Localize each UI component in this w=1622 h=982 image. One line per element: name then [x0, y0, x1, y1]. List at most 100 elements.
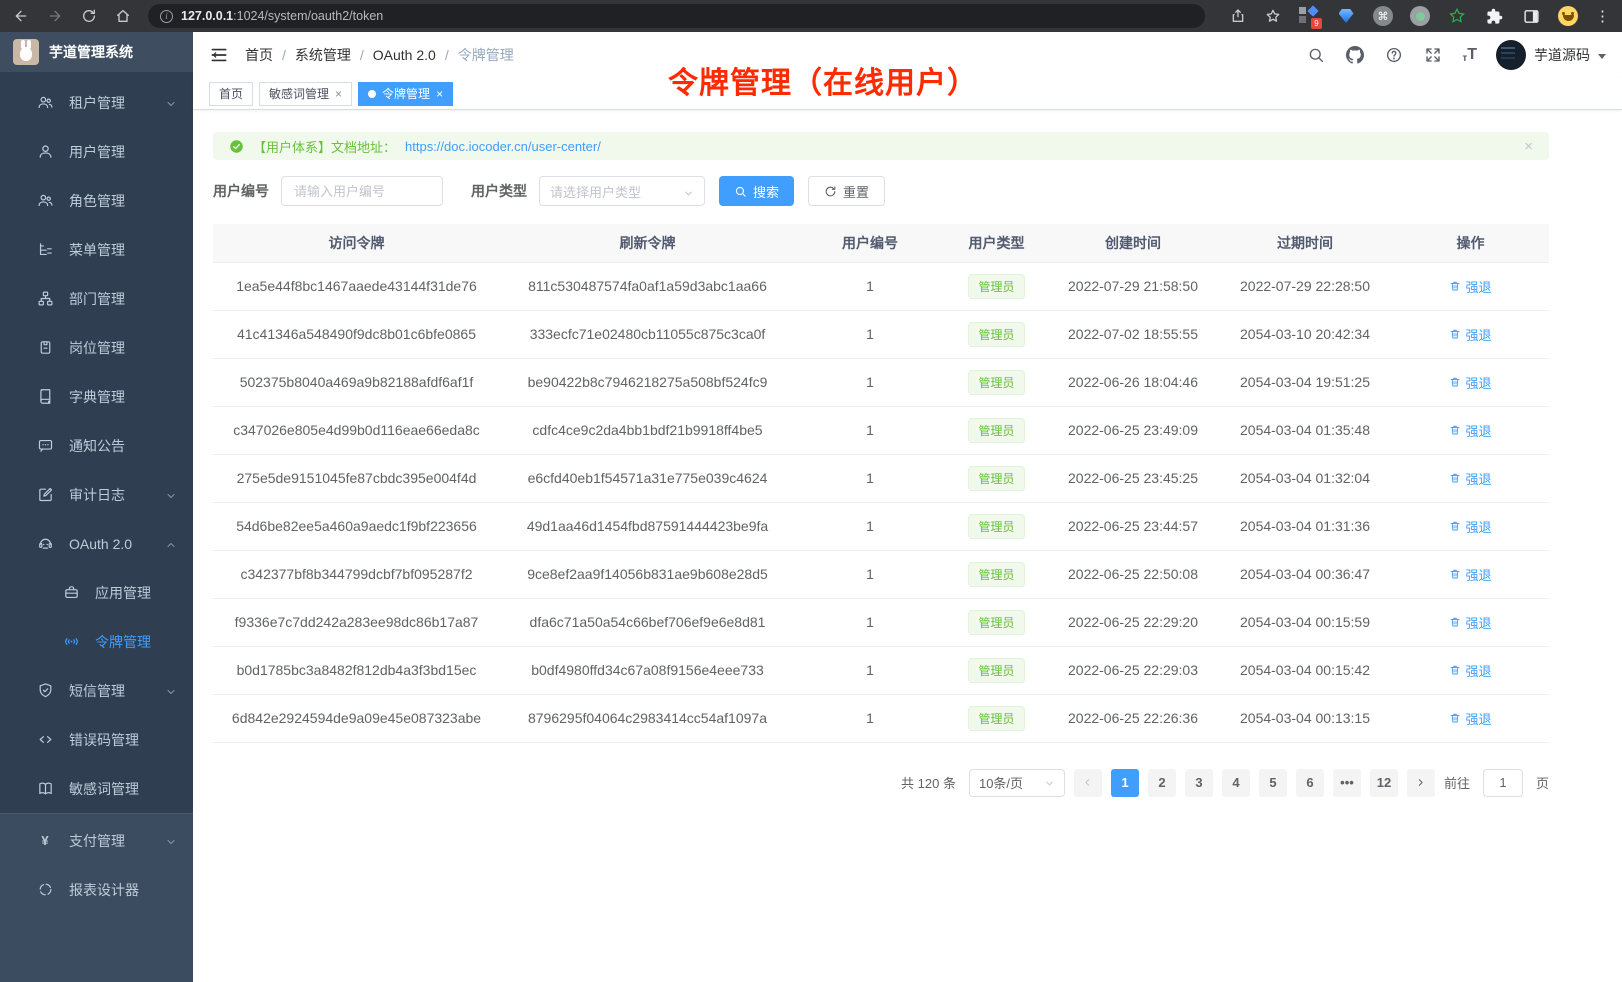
- sidebar-item-menu[interactable]: 菜单管理: [0, 225, 193, 274]
- trash-icon: [1449, 280, 1461, 292]
- force-logout-button[interactable]: 强退: [1449, 277, 1491, 296]
- chevron-down-icon: [1044, 777, 1055, 788]
- extensions-puzzle-icon[interactable]: [1484, 6, 1504, 26]
- fullscreen-icon[interactable]: [1423, 45, 1443, 65]
- sidebar-item-dept[interactable]: 部门管理: [0, 274, 193, 323]
- sidebar-item-oauth2[interactable]: OAuth 2.0: [0, 519, 193, 568]
- robot-icon: [36, 535, 54, 553]
- close-icon[interactable]: ×: [436, 87, 443, 101]
- app-logo-bar[interactable]: 芋道管理系统: [0, 32, 193, 72]
- address-bar[interactable]: i 127.0.0.1:1024/system/oauth2/token: [148, 4, 1205, 28]
- doc-link[interactable]: https://doc.iocoder.cn/user-center/: [405, 139, 601, 154]
- browser-home-icon[interactable]: [114, 7, 132, 25]
- browser-back-icon[interactable]: [12, 7, 30, 25]
- extension-star-icon[interactable]: [1447, 6, 1467, 26]
- sidebar-item-pay[interactable]: ¥ 支付管理: [0, 816, 193, 865]
- force-logout-button[interactable]: 强退: [1449, 421, 1491, 440]
- sidebar-toggle-icon[interactable]: [209, 45, 229, 65]
- segmented-circle-icon: [36, 881, 54, 899]
- breadcrumb-home[interactable]: 首页: [245, 45, 273, 65]
- reset-button[interactable]: 重置: [808, 176, 885, 206]
- page-unit-label: 页: [1536, 773, 1549, 792]
- search-button[interactable]: 搜索: [719, 176, 794, 206]
- sidebar-item-role[interactable]: 角色管理: [0, 176, 193, 225]
- total-count: 共 120 条: [901, 773, 956, 792]
- message-bubble-icon: [36, 437, 54, 455]
- tab-token[interactable]: 令牌管理 ×: [358, 82, 453, 106]
- sidebar-item-errorcode[interactable]: 错误码管理: [0, 715, 193, 764]
- browser-menu-icon[interactable]: ⋮: [1595, 7, 1610, 25]
- alert-text: 【用户体系】文档地址：: [253, 137, 396, 156]
- user-icon: [36, 143, 54, 161]
- share-icon[interactable]: [1229, 7, 1247, 25]
- sidebar-item-dict[interactable]: 字典管理: [0, 372, 193, 421]
- profile-avatar-icon[interactable]: [1558, 6, 1578, 26]
- force-logout-button[interactable]: 强退: [1449, 709, 1491, 728]
- table-row: b0d1785bc3a8482f812db4a3f3bd15ec b0df498…: [213, 646, 1549, 694]
- sidebar-item-post[interactable]: 岗位管理: [0, 323, 193, 372]
- force-logout-button[interactable]: 强退: [1449, 373, 1491, 392]
- page-button-3[interactable]: 3: [1185, 769, 1213, 797]
- force-logout-button[interactable]: 强退: [1449, 661, 1491, 680]
- page-button-12[interactable]: 12: [1370, 769, 1398, 797]
- org-chart-icon: [36, 290, 54, 308]
- page-size-select[interactable]: 10条/页: [969, 769, 1065, 797]
- page-button-5[interactable]: 5: [1259, 769, 1287, 797]
- sidebar-item-oauth2-app[interactable]: 应用管理: [0, 568, 193, 617]
- side-panel-icon[interactable]: [1521, 6, 1541, 26]
- sidebar-item-user[interactable]: 用户管理: [0, 127, 193, 176]
- tab-sensitive-word[interactable]: 敏感词管理 ×: [259, 82, 352, 106]
- sidebar-item-sms[interactable]: 短信管理: [0, 666, 193, 715]
- goto-label: 前往: [1444, 773, 1470, 792]
- github-icon[interactable]: [1345, 45, 1365, 65]
- shield-check-icon: [36, 682, 54, 700]
- browser-reload-icon[interactable]: [80, 7, 98, 25]
- force-logout-button[interactable]: 强退: [1449, 613, 1491, 632]
- sidebar-item-notice[interactable]: 通知公告: [0, 421, 193, 470]
- sidebar-item-sensitive-word[interactable]: 敏感词管理: [0, 764, 193, 813]
- help-icon[interactable]: [1384, 45, 1404, 65]
- user-id-input[interactable]: [281, 176, 443, 206]
- sidebar-item-audit-log[interactable]: 审计日志: [0, 470, 193, 519]
- sidebar-item-report-designer[interactable]: 报表设计器: [0, 865, 193, 914]
- page-button-1[interactable]: 1: [1111, 769, 1139, 797]
- page-button-4[interactable]: 4: [1222, 769, 1250, 797]
- page-button-6[interactable]: 6: [1296, 769, 1324, 797]
- user-type-label: 用户类型: [471, 181, 527, 201]
- next-page-button[interactable]: [1407, 769, 1435, 797]
- extension-command-icon[interactable]: ⌘: [1373, 6, 1393, 26]
- sidebar-item-tenant[interactable]: 租户管理: [0, 78, 193, 127]
- site-info-icon[interactable]: i: [160, 10, 173, 23]
- success-check-icon: [229, 139, 244, 154]
- font-size-icon[interactable]: тT: [1462, 46, 1477, 64]
- breadcrumb-oauth2[interactable]: OAuth 2.0: [373, 47, 436, 63]
- force-logout-button[interactable]: 强退: [1449, 565, 1491, 584]
- sidebar-item-oauth2-token[interactable]: 令牌管理: [0, 617, 193, 666]
- search-icon[interactable]: [1306, 45, 1326, 65]
- page-button-2[interactable]: 2: [1148, 769, 1176, 797]
- extension-gem-icon[interactable]: [1336, 6, 1356, 26]
- username: 芋道源码: [1534, 45, 1590, 65]
- tab-home[interactable]: 首页: [209, 82, 253, 106]
- close-icon[interactable]: ×: [335, 87, 342, 101]
- alert-close-icon[interactable]: ×: [1524, 138, 1533, 155]
- force-logout-button[interactable]: 强退: [1449, 517, 1491, 536]
- trash-icon: [1449, 712, 1461, 724]
- prev-page-button[interactable]: [1074, 769, 1102, 797]
- goto-page-input[interactable]: [1483, 769, 1523, 797]
- user-type-select[interactable]: 请选择用户类型: [539, 176, 705, 206]
- user-type-badge: 管理员: [968, 706, 1024, 731]
- force-logout-button[interactable]: 强退: [1449, 325, 1491, 344]
- table-row: 54d6be82ee5a460a9aedc1f9bf223656 49d1aa4…: [213, 502, 1549, 550]
- browser-forward-icon[interactable]: [46, 7, 64, 25]
- force-logout-button[interactable]: 强退: [1449, 469, 1491, 488]
- page-ellipsis[interactable]: •••: [1333, 769, 1361, 797]
- extension-tabs-icon[interactable]: 9: [1299, 6, 1319, 26]
- bookmark-star-icon[interactable]: [1264, 7, 1282, 25]
- extension-record-icon[interactable]: [1410, 6, 1430, 26]
- user-menu[interactable]: 芋道源码: [1496, 40, 1606, 70]
- breadcrumb-system[interactable]: 系统管理: [295, 45, 351, 65]
- user-id-label: 用户编号: [213, 181, 269, 201]
- table-row: 6d842e2924594de9a09e45e087323abe 8796295…: [213, 694, 1549, 742]
- open-book-icon: [36, 780, 54, 798]
